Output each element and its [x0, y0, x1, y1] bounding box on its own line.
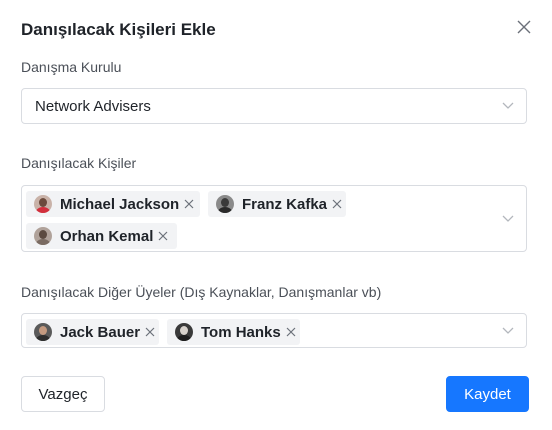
- remove-tag-icon[interactable]: [331, 198, 343, 210]
- cancel-button[interactable]: Vazgeç: [21, 376, 105, 412]
- chevron-down-icon: [501, 99, 515, 113]
- avatar: [175, 323, 193, 341]
- tag-person: Franz Kafka: [208, 191, 346, 217]
- tag-label: Jack Bauer: [60, 323, 141, 341]
- close-icon[interactable]: [512, 15, 536, 39]
- chevron-down-icon: [501, 212, 515, 226]
- tag-label: Tom Hanks: [201, 323, 281, 341]
- others-label: Danışılacak Diğer Üyeler (Dış Kaynaklar,…: [21, 284, 382, 300]
- board-select-value: Network Advisers: [35, 98, 151, 115]
- tag-person: Jack Bauer: [26, 319, 159, 345]
- chevron-down-icon: [501, 324, 515, 338]
- tag-person: Tom Hanks: [167, 319, 300, 345]
- save-button[interactable]: Kaydet: [446, 376, 529, 412]
- people-label: Danışılacak Kişiler: [21, 155, 137, 171]
- dialog-title: Danışılacak Kişileri Ekle: [21, 20, 216, 39]
- board-select[interactable]: Network Advisers: [21, 88, 527, 124]
- avatar: [34, 323, 52, 341]
- avatar: [34, 227, 52, 245]
- people-multiselect[interactable]: Michael Jackson Franz Kafka Orhan Kemal: [21, 185, 527, 252]
- remove-tag-icon[interactable]: [157, 230, 169, 242]
- remove-tag-icon[interactable]: [144, 326, 156, 338]
- add-consultees-dialog: Danışılacak Kişileri Ekle Danışma Kurulu…: [0, 0, 552, 430]
- avatar: [34, 195, 52, 213]
- board-label: Danışma Kurulu: [21, 59, 122, 75]
- tag-label: Michael Jackson: [60, 195, 180, 213]
- tag-person: Michael Jackson: [26, 191, 200, 217]
- remove-tag-icon[interactable]: [285, 326, 297, 338]
- others-multiselect[interactable]: Jack Bauer Tom Hanks: [21, 313, 527, 348]
- remove-tag-icon[interactable]: [183, 198, 195, 210]
- tag-label: Orhan Kemal: [60, 227, 154, 245]
- tag-person: Orhan Kemal: [26, 223, 177, 249]
- tag-label: Franz Kafka: [242, 195, 328, 213]
- avatar: [216, 195, 234, 213]
